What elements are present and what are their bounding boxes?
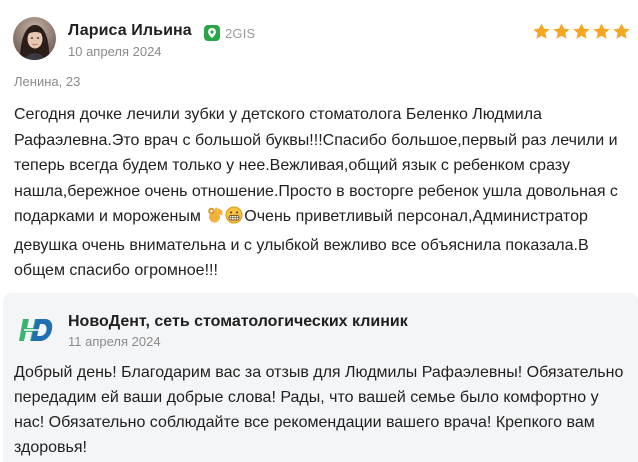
star-icon xyxy=(553,23,570,39)
star-rating xyxy=(532,22,631,41)
author-name[interactable]: Лариса Ильина xyxy=(68,22,192,40)
2gis-icon xyxy=(204,25,220,41)
star-icon xyxy=(573,23,590,39)
source-badge[interactable]: 2GIS xyxy=(204,25,255,41)
reply-text: Добрый день! Благодарим вас за отзыв для… xyxy=(14,364,624,456)
author-avatar[interactable] xyxy=(13,17,56,60)
reply-date: 11 апреля 2024 xyxy=(68,334,161,349)
star-icon xyxy=(613,23,630,39)
novodent-logo[interactable] xyxy=(18,315,54,345)
review-card: Лариса Ильина 2GIS 10 апреля 2024 Ленина… xyxy=(0,0,638,280)
star-icon xyxy=(593,23,610,39)
source-label: 2GIS xyxy=(225,25,256,41)
company-reply: НовоДент, сеть стоматологических клиник … xyxy=(3,293,638,462)
reply-company-name[interactable]: НовоДент, сеть стоматологических клиник xyxy=(68,313,408,331)
grimacing-face-icon xyxy=(225,206,243,233)
clinic-address: Ленина, 23 xyxy=(14,74,81,89)
review-date: 10 апреля 2024 xyxy=(68,44,162,59)
ok-hand-icon xyxy=(206,206,223,233)
star-icon xyxy=(533,23,550,39)
review-text: Сегодня дочке лечили зубки у детского ст… xyxy=(14,102,624,284)
